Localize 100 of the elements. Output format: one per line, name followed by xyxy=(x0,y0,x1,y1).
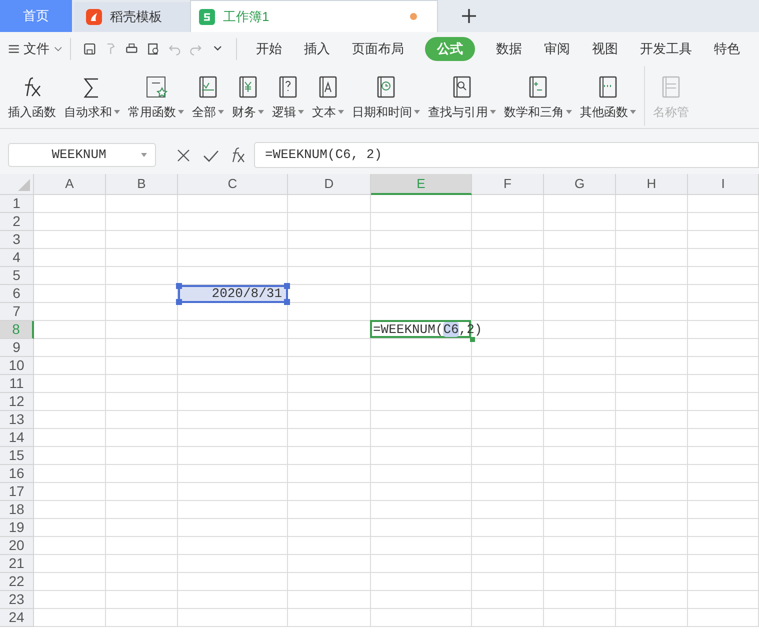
selection-handle[interactable] xyxy=(176,283,182,289)
table-cell xyxy=(688,213,759,231)
row-header[interactable]: 12 xyxy=(0,393,34,411)
table-cell xyxy=(616,555,688,573)
row-header[interactable]: 14 xyxy=(0,429,34,447)
row-header[interactable]: 19 xyxy=(0,519,34,537)
table-cell xyxy=(472,519,544,537)
ribbon-tab[interactable]: 视图 xyxy=(590,39,619,59)
row-header[interactable]: 18 xyxy=(0,501,34,519)
selection-handle[interactable] xyxy=(284,283,290,289)
row-header[interactable]: 7 xyxy=(0,303,34,321)
close-icon[interactable] xyxy=(176,148,191,162)
table-cell xyxy=(688,393,759,411)
table-cell xyxy=(34,249,106,267)
table-cell xyxy=(616,267,688,285)
function-icon[interactable] xyxy=(231,147,246,163)
table-cell xyxy=(34,285,106,303)
row-header[interactable]: 10 xyxy=(0,357,34,375)
table-cell xyxy=(472,465,544,483)
table-cell xyxy=(688,231,759,249)
select-all-icon xyxy=(18,179,30,191)
row-header[interactable]: 15 xyxy=(0,447,34,465)
table-cell xyxy=(688,501,759,519)
select-all-corner[interactable] xyxy=(0,174,34,195)
document-tab[interactable]: 工作簿1 xyxy=(190,0,438,32)
row-header[interactable]: 3 xyxy=(0,231,34,249)
column-header[interactable]: A xyxy=(34,174,106,195)
table-cell xyxy=(472,429,544,447)
document-tab[interactable]: 稻壳模板 xyxy=(74,2,190,32)
table-cell xyxy=(34,609,106,627)
table-cell xyxy=(34,321,106,339)
table-cell xyxy=(34,447,106,465)
ribbon-tab[interactable]: 特色 xyxy=(712,39,741,59)
table-cell xyxy=(616,447,688,465)
row-header[interactable]: 6 xyxy=(0,285,34,303)
ribbon-button[interactable]: 文本 xyxy=(308,66,348,126)
row-header[interactable]: 23 xyxy=(0,591,34,609)
table-cell xyxy=(688,285,759,303)
column-header[interactable]: H xyxy=(616,174,688,195)
selection-handle[interactable] xyxy=(176,299,182,305)
ribbon-tab[interactable]: 开发工具 xyxy=(638,39,693,59)
ribbon-button[interactable]: 全部 xyxy=(188,66,228,126)
row-header[interactable]: 20 xyxy=(0,537,34,555)
print-preview-icon[interactable] xyxy=(146,41,160,57)
row-header[interactable]: 22 xyxy=(0,573,34,591)
column-header[interactable]: G xyxy=(544,174,616,195)
formula-field[interactable]: =WEEKNUM(C6, 2) xyxy=(254,142,759,168)
row-header[interactable]: 11 xyxy=(0,375,34,393)
column-header[interactable]: B xyxy=(106,174,178,195)
table-cell xyxy=(472,231,544,249)
table-cell xyxy=(106,501,178,519)
ribbon-button[interactable]: 常用函数 xyxy=(124,66,188,126)
table-cell xyxy=(106,339,178,357)
table-cell xyxy=(106,213,178,231)
row-header[interactable]: 17 xyxy=(0,483,34,501)
file-menu[interactable]: 文件 xyxy=(24,39,50,59)
table-cell xyxy=(616,357,688,375)
ribbon-button[interactable]: 查找与引用 xyxy=(424,66,500,126)
table-cell xyxy=(544,465,616,483)
ribbon-button[interactable]: 日期和时间 xyxy=(348,66,424,126)
row-header[interactable]: 21 xyxy=(0,555,34,573)
row-header[interactable]: 24 xyxy=(0,609,34,627)
ribbon-tab[interactable]: 开始 xyxy=(254,39,283,59)
ribbon-button[interactable]: 自动求和 xyxy=(60,66,124,126)
row-header[interactable]: 16 xyxy=(0,465,34,483)
ribbon-tab[interactable]: 页面布局 xyxy=(350,39,405,59)
table-cell xyxy=(544,537,616,555)
table-cell xyxy=(616,519,688,537)
table-cell xyxy=(688,303,759,321)
ribbon-button[interactable]: 其他函数 xyxy=(576,66,640,126)
save-icon[interactable] xyxy=(82,41,96,57)
ribbon-button[interactable]: 插入函数 xyxy=(4,66,60,126)
column-header[interactable]: D xyxy=(288,174,371,195)
selection-handle[interactable] xyxy=(284,299,290,305)
table-cell xyxy=(616,591,688,609)
row-header[interactable]: 5 xyxy=(0,267,34,285)
table-cell xyxy=(544,393,616,411)
fill-handle[interactable] xyxy=(470,337,475,342)
column-header[interactable]: C xyxy=(178,174,288,195)
ribbon-button[interactable]: 财务 xyxy=(228,66,268,126)
table-cell xyxy=(544,213,616,231)
ribbon-tab[interactable]: 数据 xyxy=(494,39,523,59)
column-header[interactable]: F xyxy=(472,174,544,195)
row-header[interactable]: 13 xyxy=(0,411,34,429)
table-cell xyxy=(106,447,178,465)
name-box[interactable]: WEEKNUM xyxy=(8,143,156,167)
column-header[interactable]: I xyxy=(688,174,759,195)
row-header[interactable]: 1 xyxy=(0,195,34,213)
table-cell xyxy=(472,213,544,231)
table-cell xyxy=(544,591,616,609)
row-header[interactable]: 9 xyxy=(0,339,34,357)
ribbon-tab[interactable]: 插入 xyxy=(302,39,331,59)
table-cell xyxy=(688,267,759,285)
table-cell xyxy=(544,573,616,591)
table-cell xyxy=(616,285,688,303)
ribbon-button[interactable]: 数学和三角 xyxy=(500,66,576,126)
ribbon-tab[interactable]: 审阅 xyxy=(542,39,571,59)
row-header[interactable]: 4 xyxy=(0,249,34,267)
row-header[interactable]: 2 xyxy=(0,213,34,231)
ribbon-button[interactable]: 逻辑 xyxy=(268,66,308,126)
